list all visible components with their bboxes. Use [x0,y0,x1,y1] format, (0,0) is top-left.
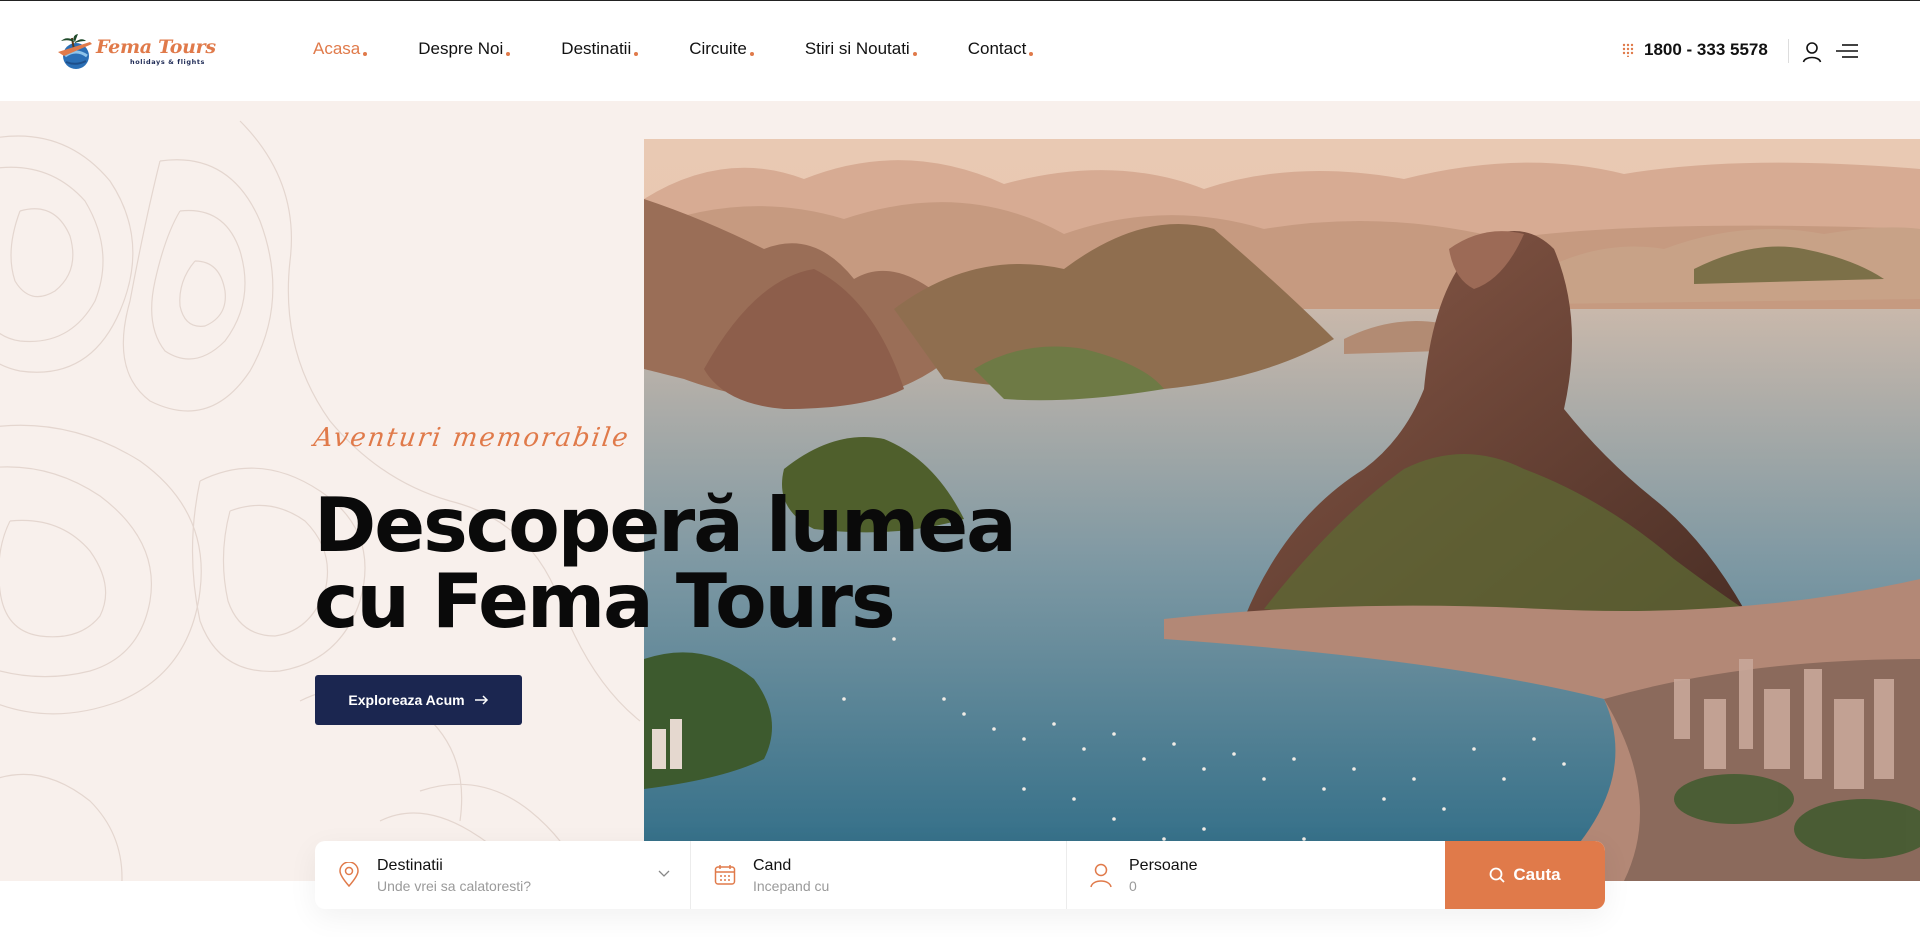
search-bar: Destinatii Unde vrei sa calatoresti? Can… [315,841,1605,909]
logo-tagline: holidays & flights [130,58,206,67]
nav-item-label: Stiri si Noutati [804,39,910,58]
calendar-icon [714,865,736,885]
nav-item-acasa[interactable]: Acasa [313,39,368,63]
explore-now-button[interactable]: Exploreaza Acum [315,675,522,725]
chevron-down-icon [658,870,670,877]
hero-tagline: Aventuri memorabile [311,423,632,453]
menu-icon[interactable] [1836,43,1858,64]
nav-item-label: Circuite [689,39,747,58]
header-phone[interactable]: 1800 - 333 5578 [1622,40,1768,60]
search-icon [1489,867,1506,883]
logo-name: Fema Tours [96,36,216,59]
nav-item-label: Destinatii [561,39,632,58]
nav-item-destinatii[interactable]: Destinatii [561,39,639,63]
nav-item-label: Contact [967,39,1027,58]
nav-dot [1029,52,1034,56]
nav-dot [363,52,368,56]
main-nav: Acasa Despre Noi Destinatii Circuite Sti… [313,39,1084,63]
date-label: Cand [753,856,792,874]
search-button-label: Cauta [1513,865,1561,884]
nav-item-despre-noi[interactable]: Despre Noi [418,39,511,63]
destination-label: Destinatii [377,856,443,874]
explore-now-label: Exploreaza Acum [348,692,465,708]
user-icon[interactable] [1802,41,1822,68]
hero-headline: Descoperă lumea cu Fema Tours [314,481,1017,645]
logo-globe-icon [58,34,92,69]
arrow-right-icon [474,695,488,705]
nav-item-label: Despre Noi [418,39,504,58]
destination-placeholder: Unde vrei sa calatoresti? [377,877,532,894]
people-value: 0 [1129,877,1137,894]
hero-headline-line1: Descoperă lumea [314,481,1017,569]
nav-dot [634,52,639,56]
people-label: Persoane [1129,856,1198,874]
nav-dot [506,52,511,56]
dial-pad-icon [1622,43,1634,57]
logo[interactable]: Fema Tours holidays & flights [56,27,216,77]
people-field[interactable]: Persoane 0 [1067,841,1444,909]
search-button[interactable]: Cauta [1445,841,1605,909]
hero-section: Aventuri memorabile Descoperă lumea cu F… [0,101,1920,881]
hero-headline-line2: cu Fema Tours [314,557,896,645]
phone-number: 1800 - 333 5578 [1644,40,1768,59]
nav-item-circuite[interactable]: Circuite [689,39,754,63]
nav-item-contact[interactable]: Contact [968,39,1034,63]
header-divider [1788,39,1789,63]
date-field[interactable]: Cand Incepand cu [691,841,1067,909]
destination-field[interactable]: Destinatii Unde vrei sa calatoresti? [315,841,691,909]
map-pin-icon [339,862,359,888]
person-icon [1090,863,1112,888]
nav-dot [912,52,917,56]
nav-dot [749,52,754,56]
nav-item-stiri[interactable]: Stiri si Noutati [805,39,917,63]
site-header: Fema Tours holidays & flights Acasa Desp… [0,0,1920,101]
date-placeholder: Incepand cu [753,877,830,894]
nav-item-label: Acasa [313,39,361,58]
